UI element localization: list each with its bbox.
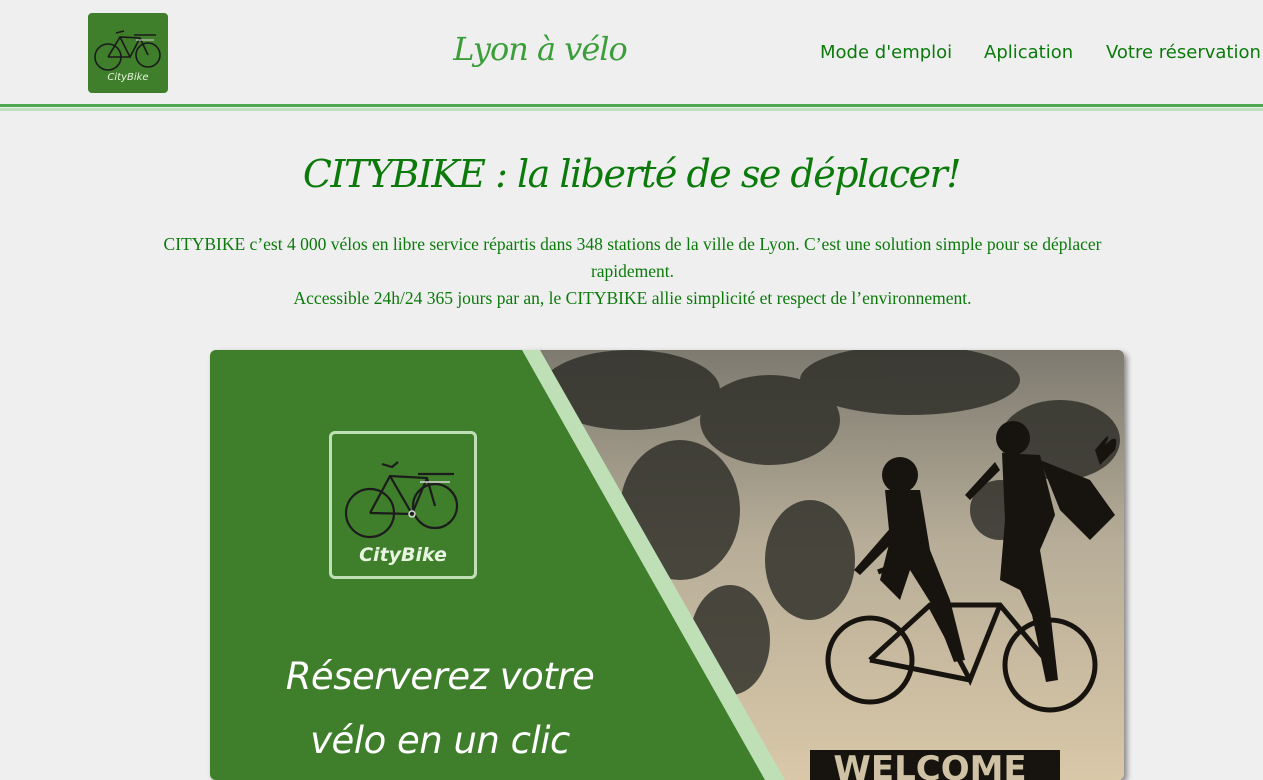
header-divider-light bbox=[0, 108, 1263, 111]
promo-line-1: Réserverez votre bbox=[285, 655, 595, 698]
nav-aplication[interactable]: Aplication bbox=[984, 42, 1073, 63]
banner-logo-text: CityBike bbox=[359, 544, 447, 566]
site-title: Lyon à vélo bbox=[453, 30, 628, 68]
promo-banner[interactable]: WELCOME CityBike Réserverez votre vélo e… bbox=[210, 350, 1124, 780]
promo-text: Réserverez votre vélo en un clic bbox=[270, 645, 610, 773]
nav-mode-emploi[interactable]: Mode d'emploi bbox=[820, 42, 952, 63]
site-header: CityBike Lyon à vélo Mode d'emploi Aplic… bbox=[0, 0, 1263, 104]
site-logo[interactable]: CityBike bbox=[88, 13, 168, 93]
intro-text: CITYBIKE c’est 4 000 vélos en libre serv… bbox=[140, 231, 1125, 312]
intro-paragraph-1: CITYBIKE c’est 4 000 vélos en libre serv… bbox=[163, 234, 1102, 281]
nav-votre-reservation[interactable]: Votre réservation bbox=[1106, 42, 1261, 63]
intro-paragraph-2: Accessible 24h/24 365 jours par an, le C… bbox=[293, 288, 972, 308]
header-divider bbox=[0, 104, 1263, 107]
promo-line-2: vélo en un clic bbox=[310, 719, 570, 762]
welcome-sign-text: WELCOME bbox=[833, 749, 1026, 780]
page-title: CITYBIKE : la liberté de se déplacer! bbox=[302, 152, 962, 196]
banner-logo: CityBike bbox=[329, 431, 477, 579]
logo-text: CityBike bbox=[107, 72, 149, 83]
